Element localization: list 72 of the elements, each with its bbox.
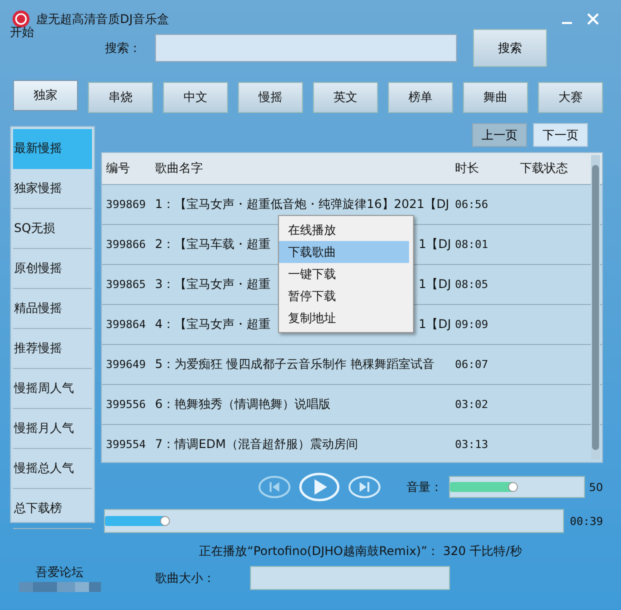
table-cell: 6：艳舞独秀（情调艳舞）说唱版 — [155, 396, 331, 413]
table-cell-text: 399869 — [106, 198, 147, 211]
song-size-label: 歌曲大小： — [155, 570, 216, 586]
sidebar-item[interactable]: 最新慢摇 — [13, 129, 92, 169]
table-cell: 2：【宝马车载・超重 — [155, 236, 271, 253]
category-tab[interactable]: 榜单 — [388, 82, 453, 113]
sidebar-item[interactable]: 推荐慢摇 — [13, 329, 92, 369]
song-size-field[interactable] — [250, 566, 450, 590]
sidebar-item[interactable]: 精品慢摇 — [13, 289, 92, 329]
table-cell-text: 06:56 — [455, 198, 490, 211]
table-cell-text: 03:13 — [455, 438, 490, 451]
search-field[interactable] — [155, 34, 457, 62]
sidebar-item[interactable]: 总下载榜 — [13, 489, 92, 529]
scrollbar[interactable] — [591, 155, 600, 460]
table-cell: 4：【宝马女声・超重 — [155, 316, 271, 333]
close-icon[interactable] — [587, 13, 599, 25]
table-cell-text: 399556 — [106, 398, 147, 411]
table-cell-text: 399865 — [106, 278, 147, 291]
table-cell: 1【DJ — [418, 316, 451, 333]
table-cell: 7：情调EDM（混音超舒服）震动房间 — [155, 436, 358, 453]
column-header: 歌曲名字 — [155, 160, 204, 177]
table-cell-text: 399554 — [106, 438, 147, 451]
sidebar-item[interactable]: 慢摇月人气 — [13, 409, 92, 449]
column-header: 编号 — [106, 160, 131, 177]
sidebar-item[interactable]: 独家慢摇 — [13, 169, 92, 209]
table-cell-text: 399649 — [106, 358, 147, 371]
table-cell: 3：【宝马女声・超重 — [155, 276, 271, 293]
sidebar-item[interactable]: 原创慢摇 — [13, 249, 92, 289]
menu-item[interactable]: 在线播放 — [279, 219, 409, 241]
window-title: 虚无超高清音质DJ音乐盒 — [36, 10, 169, 28]
menu-item[interactable]: 一键下载 — [279, 263, 409, 285]
category-tab[interactable]: 英文 — [313, 82, 378, 113]
app-logo-icon — [12, 10, 30, 28]
page-button[interactable]: 下一页 — [533, 123, 588, 147]
menu-item[interactable]: 复制地址 — [279, 307, 409, 329]
play-icon[interactable] — [298, 472, 340, 502]
table-cell: 5：为爱痴狂 慢四成都子云音乐制作 艳稞舞蹈室试音 — [155, 356, 434, 373]
volume-value: 50 — [589, 480, 603, 494]
sidebar-item[interactable]: 慢摇周人气 — [13, 369, 92, 409]
column-header: 下载状态 — [520, 160, 568, 177]
next-icon[interactable] — [348, 475, 381, 499]
volume-label: 音量： — [406, 478, 444, 496]
search-label: 搜索： — [105, 40, 142, 56]
start-label: 开始 — [9, 24, 35, 41]
forum-label: 吾爱论坛 — [36, 564, 84, 581]
table-cell: 1【DJ — [418, 276, 451, 293]
menu-item[interactable]: 暂停下载 — [279, 285, 409, 307]
table-cell-text: 03:02 — [455, 398, 490, 411]
table-cell-text: 08:01 — [455, 238, 490, 251]
now-playing-text: 正在播放“Portofino(DJHO越南鼓Remix)”： 320 千比特/秒 — [198, 543, 523, 560]
category-tab[interactable]: 独家 — [13, 80, 78, 111]
progress-slider[interactable] — [104, 509, 564, 533]
category-tab[interactable]: 慢摇 — [238, 82, 303, 113]
menu-item[interactable]: 下载歌曲 — [279, 241, 409, 263]
table-cell-text: 399864 — [106, 318, 147, 331]
category-tab[interactable]: 舞曲 — [463, 82, 528, 113]
category-tab[interactable]: 串烧 — [88, 82, 153, 113]
table-cell-text: 399866 — [106, 238, 147, 251]
table-cell: 1【DJ — [418, 236, 451, 253]
elapsed-time: 00:39 — [570, 514, 603, 528]
table-cell-text: 06:07 — [455, 358, 490, 371]
previous-icon[interactable] — [258, 475, 291, 499]
sidebar-item[interactable]: SQ无损 — [13, 209, 92, 249]
search-button[interactable]: 搜索 — [473, 29, 547, 67]
column-header: 时长 — [455, 160, 480, 177]
category-tab[interactable]: 中文 — [163, 82, 228, 113]
volume-slider[interactable] — [449, 476, 585, 498]
sidebar-item[interactable]: 慢摇总人气 — [13, 449, 92, 489]
table-cell: 1：【宝马女声・超重低音炮・纯弹旋律16】2021【DJ — [155, 196, 450, 213]
table-cell-text: 08:05 — [455, 278, 490, 291]
table-cell-text: 09:09 — [455, 318, 490, 331]
category-tab[interactable]: 大赛 — [538, 82, 603, 113]
